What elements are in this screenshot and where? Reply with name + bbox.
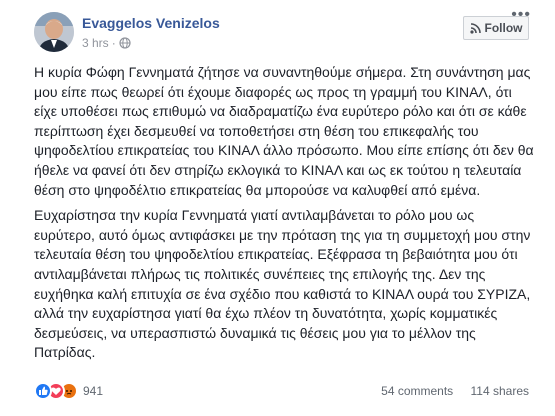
avatar-portrait — [34, 12, 74, 52]
author-avatar[interactable] — [34, 12, 74, 52]
post-timestamp[interactable]: 3 hrs — [82, 36, 109, 50]
post-body: Η κυρία Φώφη Γεννηματά ζήτησε να συναντη… — [34, 63, 534, 369]
rss-icon — [469, 22, 481, 34]
post-meta: 3 hrs · — [82, 36, 131, 50]
post-footer: 941 54 comments 114 shares — [34, 382, 529, 402]
post-paragraph: Ευχαρίστησα την κυρία Γεννηματά γιατί αν… — [34, 207, 531, 361]
comments-link[interactable]: 54 comments — [381, 384, 453, 398]
author-name[interactable]: Evaggelos Venizelos — [82, 15, 220, 31]
shares-link[interactable]: 114 shares — [471, 384, 529, 398]
reactions-summary[interactable]: 941 — [34, 382, 103, 400]
post-header: Evaggelos Venizelos 3 hrs · ••• Follow — [34, 6, 530, 56]
meta-separator: · — [111, 36, 116, 50]
globe-icon[interactable] — [119, 37, 131, 49]
follow-label: Follow — [484, 21, 523, 35]
follow-button[interactable]: Follow — [463, 16, 529, 40]
post-card: Evaggelos Venizelos 3 hrs · ••• Follow Η … — [16, 0, 539, 416]
like-icon — [34, 382, 52, 400]
post-paragraph: Η κυρία Φώφη Γεννηματά ζήτησε να συναντη… — [34, 64, 534, 198]
engagement-stats: 54 comments 114 shares — [367, 384, 529, 398]
reaction-count: 941 — [83, 384, 104, 398]
